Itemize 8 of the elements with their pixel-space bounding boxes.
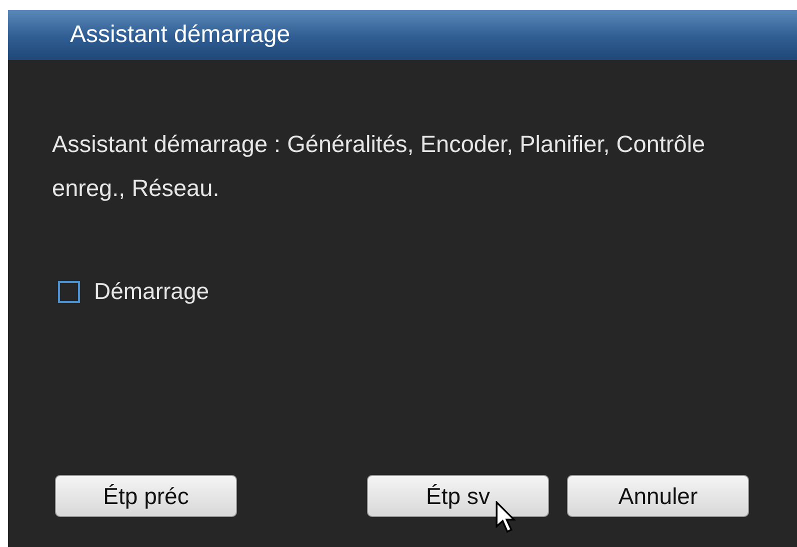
window-title: Assistant démarrage: [70, 21, 290, 49]
mouse-pointer-icon: [495, 501, 517, 533]
description-text: Assistant démarrage : Généralités, Encoder, Planifier, Contrôle enreg., Réseau.: [52, 130, 706, 203]
checkbox[interactable]: [58, 280, 80, 302]
checkbox-label: Démarrage: [94, 278, 210, 305]
dialog-button[interactable]: Annuler: [567, 475, 749, 517]
dialog-button[interactable]: Étp sv: [367, 475, 549, 517]
dialog-button[interactable]: Étp préc: [55, 475, 237, 517]
